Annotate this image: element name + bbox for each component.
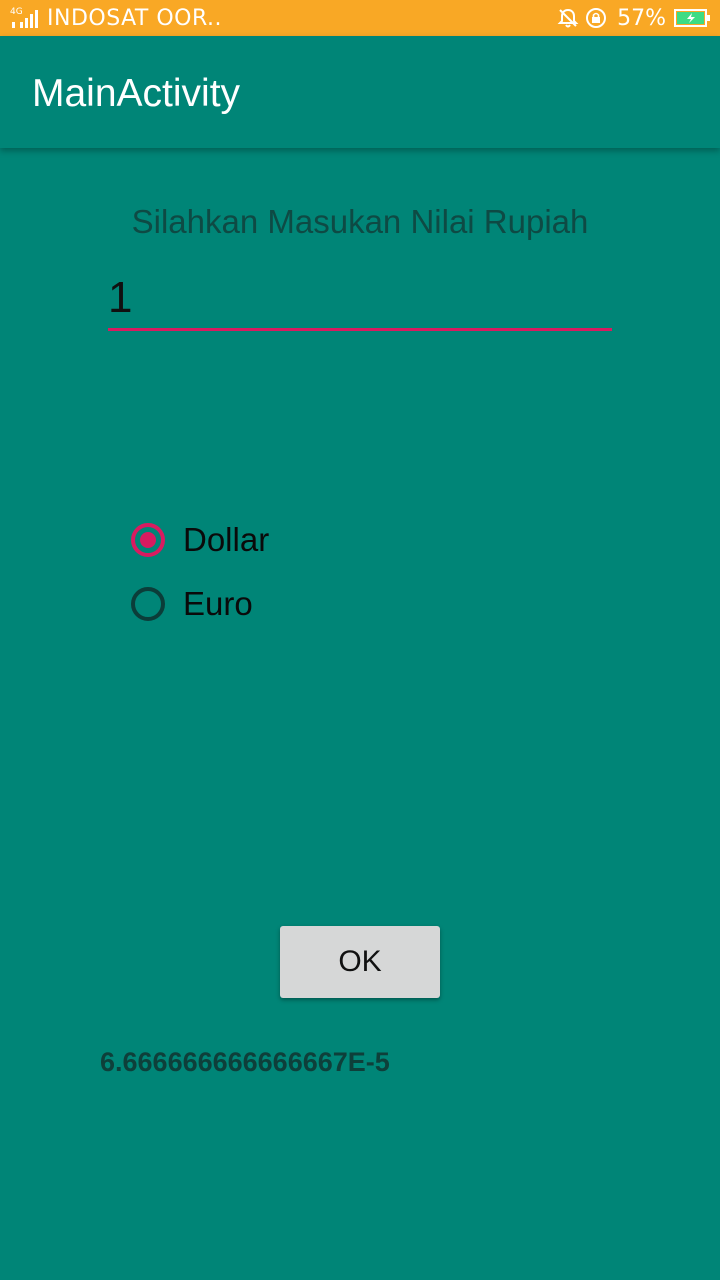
app-bar: MainActivity [0, 36, 720, 148]
radio-dollar-label[interactable]: Dollar [183, 521, 269, 559]
status-bar: 4G INDOSAT OOR.. 57% [0, 0, 720, 36]
rotation-lock-icon [586, 8, 607, 28]
radio-unchecked-icon[interactable] [131, 587, 165, 621]
radio-euro-label[interactable]: Euro [183, 585, 253, 623]
bell-muted-icon [557, 8, 579, 28]
radio-euro[interactable]: Euro [131, 582, 253, 626]
rupiah-prompt-label: Silahkan Masukan Nilai Rupiah [131, 203, 589, 240]
battery-charging-icon [674, 9, 710, 27]
carrier-name: INDOSAT OOR.. [47, 6, 222, 31]
conversion-result: 6.666666666666667E-5 [100, 1047, 390, 1077]
status-right: 57% [557, 0, 710, 36]
ok-button[interactable]: OK [280, 926, 440, 998]
battery-percent: 57% [617, 5, 666, 31]
rupiah-amount-input[interactable] [108, 268, 612, 331]
radio-dot [140, 532, 156, 548]
radio-dollar[interactable]: Dollar [131, 518, 269, 562]
signal-strength-icon [12, 10, 38, 28]
radio-checked-icon[interactable] [131, 523, 165, 557]
app-title: MainActivity [32, 72, 241, 115]
